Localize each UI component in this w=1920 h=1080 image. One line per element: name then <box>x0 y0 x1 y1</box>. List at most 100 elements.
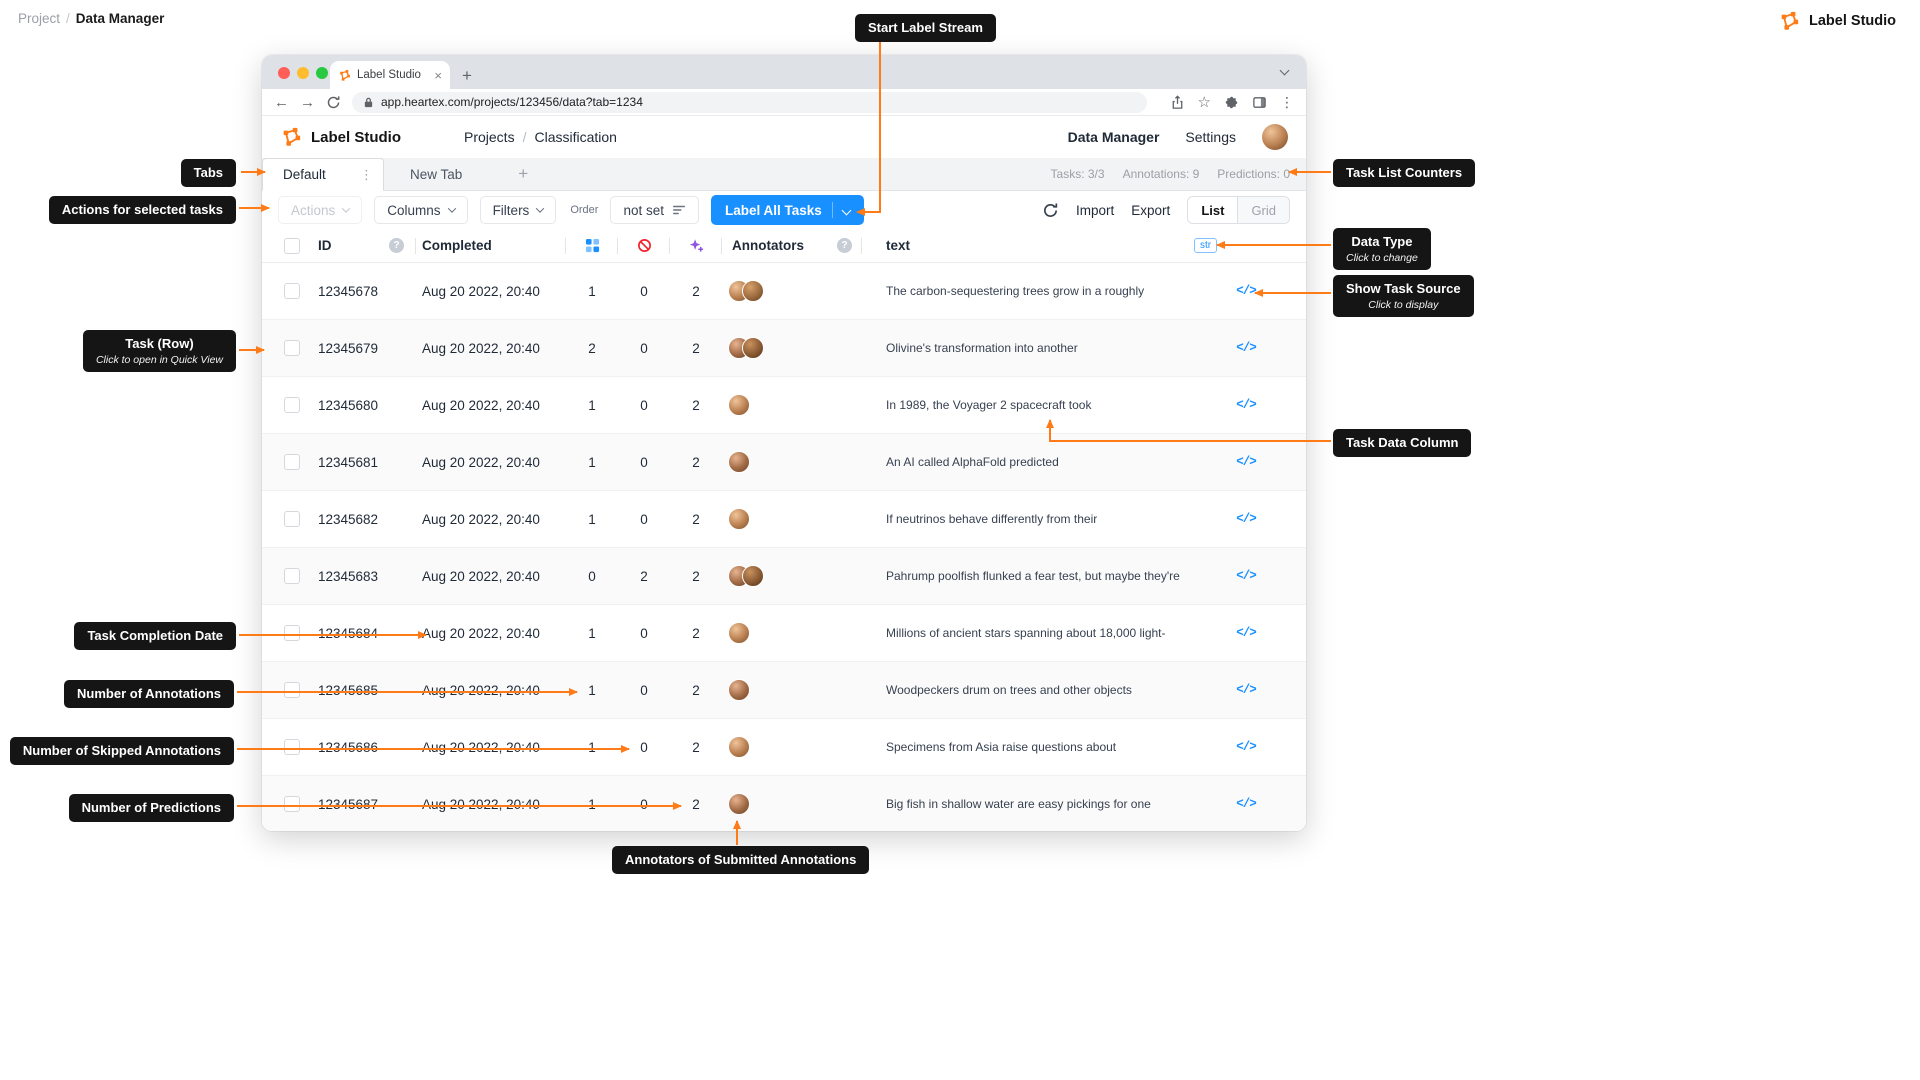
column-header-annotations[interactable] <box>566 229 618 262</box>
app-brand[interactable]: Label Studio <box>280 126 401 148</box>
task-id: 12345680 <box>318 397 379 413</box>
bookmark-star-icon[interactable]: ☆ <box>1198 93 1211 111</box>
view-tabs-strip: Default ⋮ New Tab + Tasks: 3/3 Annotatio… <box>262 158 1306 191</box>
task-predictions-count: 2 <box>692 682 700 698</box>
column-header-skipped[interactable] <box>618 229 670 262</box>
task-source-icon[interactable]: </> <box>1236 626 1256 640</box>
maximize-window-button[interactable] <box>316 67 328 79</box>
forward-icon[interactable]: → <box>300 95 315 110</box>
task-annotations-count: 1 <box>588 397 596 413</box>
column-header-annotators[interactable]: Annotators ? <box>722 229 862 262</box>
tab-close-icon[interactable]: × <box>434 69 442 82</box>
actions-dropdown[interactable]: Actions <box>278 196 363 224</box>
help-icon[interactable]: ? <box>837 238 852 253</box>
table-row[interactable]: 12345682 Aug 20 2022, 20:40 1 0 2 If neu… <box>262 491 1306 548</box>
data-type-badge[interactable]: str <box>1194 238 1218 253</box>
tab-search-chevron-icon[interactable] <box>1279 61 1290 79</box>
task-source-icon[interactable]: </> <box>1236 683 1256 697</box>
minimize-window-button[interactable] <box>297 67 309 79</box>
table-row[interactable]: 12345683 Aug 20 2022, 20:40 0 2 2 Pahrum… <box>262 548 1306 605</box>
url-bar[interactable]: app.heartex.com/projects/123456/data?tab… <box>352 91 1147 113</box>
tab-options-kebab-icon[interactable]: ⋮ <box>360 167 373 183</box>
column-header-id[interactable]: ID ? <box>312 229 416 262</box>
chevron-down-icon[interactable] <box>841 205 852 215</box>
view-grid-button[interactable]: Grid <box>1238 197 1289 223</box>
nav-data-manager[interactable]: Data Manager <box>1068 129 1160 145</box>
row-checkbox[interactable] <box>284 397 300 413</box>
user-avatar[interactable] <box>1262 124 1288 150</box>
browser-tab[interactable]: Label Studio × <box>330 61 450 89</box>
tab-new-tab[interactable]: New Tab <box>384 158 488 190</box>
task-source-icon[interactable]: </> <box>1236 740 1256 754</box>
row-checkbox[interactable] <box>284 682 300 698</box>
task-source-icon[interactable]: </> <box>1236 797 1256 811</box>
table-row[interactable]: 12345679 Aug 20 2022, 20:40 2 0 2 Olivin… <box>262 320 1306 377</box>
task-annotators <box>722 736 862 758</box>
browser-menu-kebab-icon[interactable]: ⋮ <box>1280 94 1294 111</box>
task-completed: Aug 20 2022, 20:40 <box>422 739 540 755</box>
predictions-sparkle-icon <box>689 239 703 252</box>
column-header-text[interactable]: text <box>862 229 1186 262</box>
task-id: 12345687 <box>318 796 379 812</box>
table-row[interactable]: 12345684 Aug 20 2022, 20:40 1 0 2 Millio… <box>262 605 1306 662</box>
row-checkbox[interactable] <box>284 340 300 356</box>
table-row[interactable]: 12345680 Aug 20 2022, 20:40 1 0 2 In 198… <box>262 377 1306 434</box>
task-source-icon[interactable]: </> <box>1236 398 1256 412</box>
table-row[interactable]: 12345687 Aug 20 2022, 20:40 1 0 2 Big fi… <box>262 776 1306 831</box>
select-all-checkbox[interactable] <box>284 237 300 254</box>
task-skipped-count: 0 <box>640 397 648 413</box>
import-button[interactable]: Import <box>1076 203 1114 218</box>
table-row[interactable]: 12345678 Aug 20 2022, 20:40 1 0 2 The ca… <box>262 263 1306 320</box>
row-checkbox-cell <box>276 434 312 490</box>
close-window-button[interactable] <box>278 67 290 79</box>
callout-task-list-counters: Task List Counters <box>1333 159 1476 187</box>
nav-settings[interactable]: Settings <box>1185 129 1236 145</box>
row-checkbox[interactable] <box>284 568 300 584</box>
table-row[interactable]: 12345686 Aug 20 2022, 20:40 1 0 2 Specim… <box>262 719 1306 776</box>
add-view-tab-button[interactable]: + <box>518 164 528 184</box>
row-checkbox[interactable] <box>284 625 300 641</box>
filters-dropdown[interactable]: Filters <box>479 196 557 224</box>
task-list-counters: Tasks: 3/3 Annotations: 9 Predictions: 0 <box>1051 167 1306 181</box>
row-checkbox[interactable] <box>284 511 300 527</box>
app-breadcrumb-projects[interactable]: Projects <box>464 129 515 145</box>
row-checkbox[interactable] <box>284 739 300 755</box>
tab-default[interactable]: Default ⋮ <box>262 158 384 191</box>
task-source-icon[interactable]: </> <box>1236 341 1256 355</box>
row-checkbox[interactable] <box>284 454 300 470</box>
row-checkbox[interactable] <box>284 796 300 812</box>
task-predictions-count: 2 <box>692 625 700 641</box>
help-icon[interactable]: ? <box>389 238 404 253</box>
row-checkbox-cell <box>276 263 312 319</box>
back-icon[interactable]: ← <box>274 95 289 110</box>
table-row[interactable]: 12345681 Aug 20 2022, 20:40 1 0 2 An AI … <box>262 434 1306 491</box>
reload-icon[interactable] <box>326 95 341 110</box>
label-all-tasks-button[interactable]: Label All Tasks <box>710 195 864 225</box>
hamburger-menu-icon[interactable] <box>401 128 420 146</box>
task-text: Specimens from Asia raise questions abou… <box>886 740 1117 754</box>
view-list-button[interactable]: List <box>1188 197 1239 223</box>
skipped-annotations-icon <box>637 239 651 252</box>
new-browser-tab-button[interactable]: + <box>462 67 472 84</box>
tab-default-label: Default <box>283 167 326 182</box>
chevron-down-icon <box>342 204 351 213</box>
table-row[interactable]: 12345685 Aug 20 2022, 20:40 1 0 2 Woodpe… <box>262 662 1306 719</box>
lock-icon <box>364 97 373 107</box>
task-annotations-count: 1 <box>588 682 596 698</box>
columns-dropdown[interactable]: Columns <box>374 196 468 224</box>
export-button[interactable]: Export <box>1131 203 1170 218</box>
row-checkbox[interactable] <box>284 283 300 299</box>
task-source-icon[interactable]: </> <box>1236 455 1256 469</box>
refresh-icon[interactable] <box>1042 202 1059 219</box>
extension-puzzle-icon[interactable] <box>1224 95 1239 110</box>
task-source-icon[interactable]: </> <box>1236 284 1256 298</box>
order-dropdown[interactable]: not set <box>610 196 699 224</box>
share-icon[interactable] <box>1170 94 1185 110</box>
column-header-completed[interactable]: Completed <box>416 229 566 262</box>
column-header-predictions[interactable] <box>670 229 722 262</box>
task-skipped-count: 0 <box>640 682 648 698</box>
sidebar-panel-icon[interactable] <box>1252 95 1267 110</box>
callout-label: Number of Annotations <box>77 686 221 701</box>
task-source-icon[interactable]: </> <box>1236 569 1256 583</box>
task-source-icon[interactable]: </> <box>1236 512 1256 526</box>
